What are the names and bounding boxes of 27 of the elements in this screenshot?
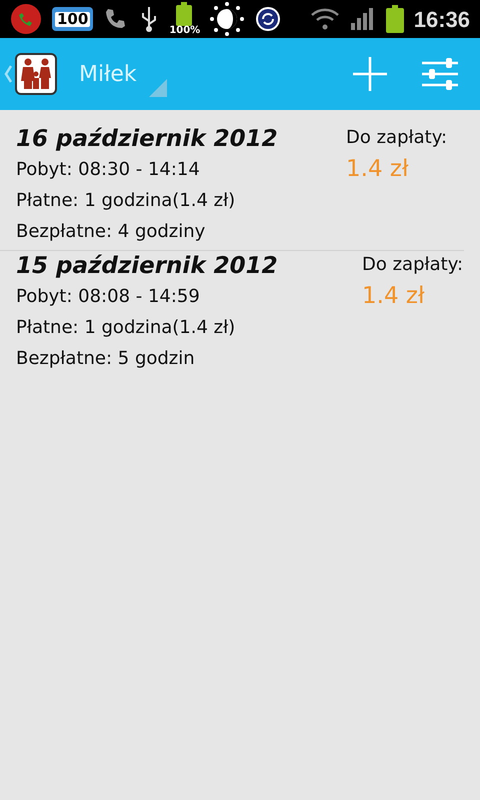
entry-date: 16 październik 2012 (16, 125, 279, 154)
battery-badge-icon[interactable]: 100 (52, 7, 94, 31)
wifi-icon[interactable] (310, 7, 340, 31)
entry-date: 15 październik 2012 (16, 252, 279, 281)
brightness-icon[interactable] (209, 1, 246, 37)
stay-time: Pobyt: 08:08 - 14:59 (16, 285, 201, 309)
stay-time: Pobyt: 08:30 - 14:14 (16, 158, 201, 182)
due-amount: 1.4 zł (362, 282, 426, 311)
signal-icon[interactable] (350, 7, 376, 31)
spinner-corner-icon (149, 79, 167, 97)
due-label: Do zapłaty: (362, 253, 464, 277)
paid-time: Płatne: 1 godzina(1.4 zł) (16, 189, 236, 213)
battery-icon[interactable] (386, 5, 404, 33)
clock-time: 16:36 (414, 6, 470, 34)
due-label: Do zapłaty: (346, 126, 448, 150)
settings-icon (422, 57, 458, 91)
family-icon (15, 53, 57, 95)
free-time: Bezpłatne: 4 godziny (16, 220, 206, 244)
paid-time: Płatne: 1 godzina(1.4 zł) (16, 316, 236, 340)
battery-icon[interactable] (176, 2, 192, 26)
missed-call-icon[interactable] (10, 3, 42, 35)
battery-percent: 100% (169, 26, 200, 36)
free-time: Bezpłatne: 5 godzin (16, 347, 196, 371)
due-amount: 1.4 zł (346, 155, 410, 184)
add-icon (353, 57, 387, 91)
sync-icon[interactable] (255, 6, 282, 32)
back-caret-icon (4, 65, 12, 83)
